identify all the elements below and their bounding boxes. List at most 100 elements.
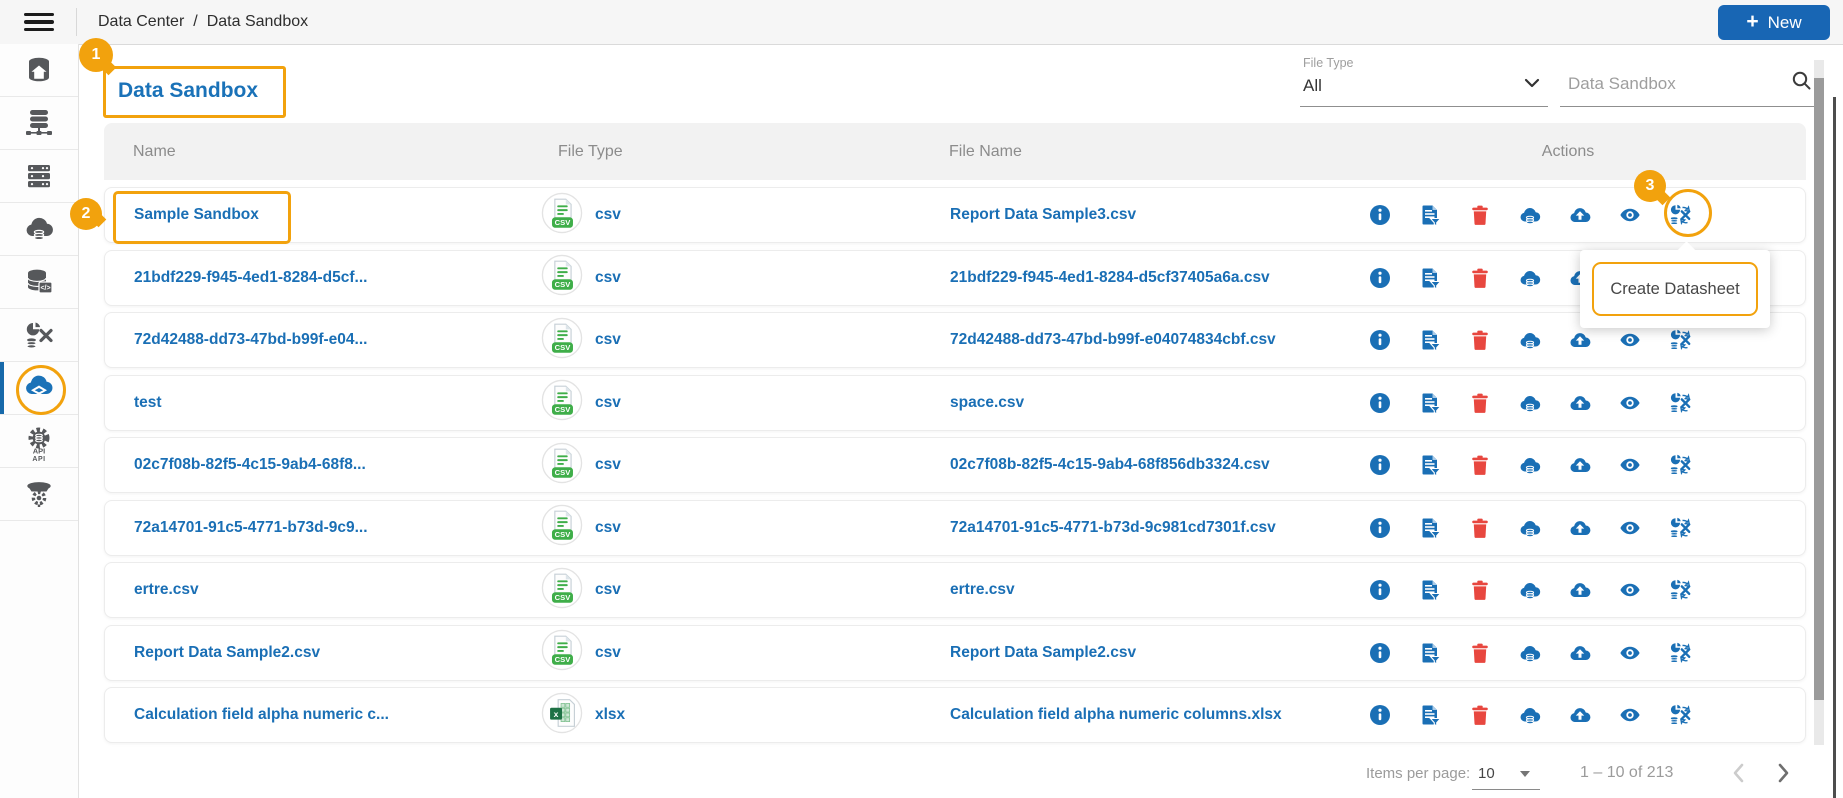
info-icon[interactable]	[1369, 454, 1391, 476]
info-icon[interactable]	[1369, 704, 1391, 726]
search-icon[interactable]	[1791, 70, 1812, 91]
info-icon[interactable]	[1369, 642, 1391, 664]
upload-icon[interactable]	[1569, 642, 1591, 664]
create-report-icon[interactable]	[1419, 329, 1441, 351]
row-name-link[interactable]: test	[134, 394, 541, 412]
data-transform-icon	[26, 322, 53, 349]
preview-icon[interactable]	[1619, 517, 1641, 539]
delete-icon[interactable]	[1469, 267, 1491, 289]
next-page-button[interactable]	[1770, 760, 1796, 786]
delete-icon[interactable]	[1469, 704, 1491, 726]
create-report-icon[interactable]	[1419, 579, 1441, 601]
breadcrumb-item-data-sandbox[interactable]: Data Sandbox	[207, 13, 308, 31]
preview-icon[interactable]	[1619, 454, 1641, 476]
row-file-name-link[interactable]: 72a14701-91c5-4771-b73d-9c981cd7301f.csv	[950, 519, 1369, 537]
sidebar-item-database-cluster[interactable]	[0, 97, 78, 150]
items-per-page-dropdown-icon[interactable]	[1520, 771, 1530, 777]
create-report-icon[interactable]	[1419, 267, 1441, 289]
preview-icon[interactable]	[1619, 329, 1641, 351]
delete-icon[interactable]	[1469, 329, 1491, 351]
hamburger-menu-icon[interactable]	[24, 13, 54, 31]
info-icon[interactable]	[1369, 517, 1391, 539]
preview-icon[interactable]	[1619, 392, 1641, 414]
create-datasheet-icon[interactable]	[1669, 204, 1691, 226]
upload-icon[interactable]	[1569, 579, 1591, 601]
delete-icon[interactable]	[1469, 642, 1491, 664]
search-input[interactable]	[1566, 68, 1780, 100]
preview-icon[interactable]	[1619, 642, 1641, 664]
cloud-data-icon[interactable]	[1519, 454, 1541, 476]
row-file-name-link[interactable]: space.csv	[950, 394, 1369, 412]
row-name-link[interactable]: Report Data Sample2.csv	[134, 644, 541, 662]
create-datasheet-icon[interactable]	[1669, 517, 1691, 539]
row-name-link[interactable]: 72d42488-dd73-47bd-b99f-e04...	[134, 331, 541, 349]
row-file-name-link[interactable]: 72d42488-dd73-47bd-b99f-e04074834cbf.csv	[950, 331, 1369, 349]
preview-icon[interactable]	[1619, 204, 1641, 226]
delete-icon[interactable]	[1469, 579, 1491, 601]
preview-icon[interactable]	[1619, 704, 1641, 726]
items-per-page-value[interactable]: 10	[1478, 765, 1495, 782]
create-report-icon[interactable]	[1419, 204, 1441, 226]
sidebar-item-data-sandbox-cloud[interactable]	[0, 362, 78, 415]
create-datasheet-icon[interactable]	[1669, 329, 1691, 351]
delete-icon[interactable]	[1469, 392, 1491, 414]
create-datasheet-icon[interactable]	[1669, 642, 1691, 664]
info-icon[interactable]	[1369, 204, 1391, 226]
create-report-icon[interactable]	[1419, 392, 1441, 414]
delete-icon[interactable]	[1469, 204, 1491, 226]
info-icon[interactable]	[1369, 267, 1391, 289]
row-file-name-link[interactable]: Report Data Sample3.csv	[950, 206, 1369, 224]
new-button[interactable]: + New	[1718, 5, 1830, 40]
create-datasheet-icon[interactable]	[1669, 454, 1691, 476]
cloud-data-icon[interactable]	[1519, 204, 1541, 226]
create-report-icon[interactable]	[1419, 454, 1441, 476]
sidebar-item-funnel-gear[interactable]	[0, 468, 78, 521]
row-file-name-link[interactable]: ertre.csv	[950, 581, 1369, 599]
sidebar-item-cloud-database[interactable]	[0, 203, 78, 256]
row-file-name-link[interactable]: 02c7f08b-82f5-4c15-9ab4-68f856db3324.csv	[950, 456, 1369, 474]
cloud-data-icon[interactable]	[1519, 579, 1541, 601]
info-icon[interactable]	[1369, 579, 1391, 601]
row-name-link[interactable]: 02c7f08b-82f5-4c15-9ab4-68f8...	[134, 456, 541, 474]
info-icon[interactable]	[1369, 329, 1391, 351]
cloud-data-icon[interactable]	[1519, 392, 1541, 414]
cloud-data-icon[interactable]	[1519, 267, 1541, 289]
upload-icon[interactable]	[1569, 454, 1591, 476]
cloud-data-icon[interactable]	[1519, 517, 1541, 539]
upload-icon[interactable]	[1569, 392, 1591, 414]
sidebar-item-api-gear[interactable]: API API	[0, 415, 78, 468]
sidebar-item-data-transform[interactable]	[0, 309, 78, 362]
sidebar-item-database-code[interactable]: </>	[0, 256, 78, 309]
delete-icon[interactable]	[1469, 517, 1491, 539]
create-report-icon[interactable]	[1419, 642, 1441, 664]
row-name-link[interactable]: Calculation field alpha numeric c...	[134, 706, 541, 724]
previous-page-button[interactable]	[1726, 760, 1752, 786]
row-name-link[interactable]: 72a14701-91c5-4771-b73d-9c9...	[134, 519, 541, 537]
cloud-data-icon[interactable]	[1519, 642, 1541, 664]
file-type-filter[interactable]: File Type All	[1300, 54, 1548, 107]
row-file-name-link[interactable]: 21bdf229-f945-4ed1-8284-d5cf37405a6a.csv	[950, 269, 1369, 287]
cloud-data-icon[interactable]	[1519, 704, 1541, 726]
create-datasheet-icon[interactable]	[1669, 704, 1691, 726]
info-icon[interactable]	[1369, 392, 1391, 414]
breadcrumb-item-data-center[interactable]: Data Center	[98, 13, 184, 31]
upload-icon[interactable]	[1569, 204, 1591, 226]
row-file-name-link[interactable]: Report Data Sample2.csv	[950, 644, 1369, 662]
sidebar-item-database-home[interactable]	[0, 44, 78, 97]
cloud-data-icon[interactable]	[1519, 329, 1541, 351]
row-file-name-link[interactable]: Calculation field alpha numeric columns.…	[950, 706, 1369, 724]
create-report-icon[interactable]	[1419, 704, 1441, 726]
upload-icon[interactable]	[1569, 704, 1591, 726]
delete-icon[interactable]	[1469, 454, 1491, 476]
row-name-link[interactable]: 21bdf229-f945-4ed1-8284-d5cf...	[134, 269, 541, 287]
upload-icon[interactable]	[1569, 329, 1591, 351]
upload-icon[interactable]	[1569, 517, 1591, 539]
create-datasheet-icon[interactable]	[1669, 579, 1691, 601]
scrollbar-thumb[interactable]	[1814, 78, 1824, 700]
create-datasheet-icon[interactable]	[1669, 392, 1691, 414]
preview-icon[interactable]	[1619, 579, 1641, 601]
sidebar-item-server-rack[interactable]	[0, 150, 78, 203]
create-report-icon[interactable]	[1419, 517, 1441, 539]
row-name-link[interactable]: Sample Sandbox	[134, 206, 541, 224]
row-name-link[interactable]: ertre.csv	[134, 581, 541, 599]
